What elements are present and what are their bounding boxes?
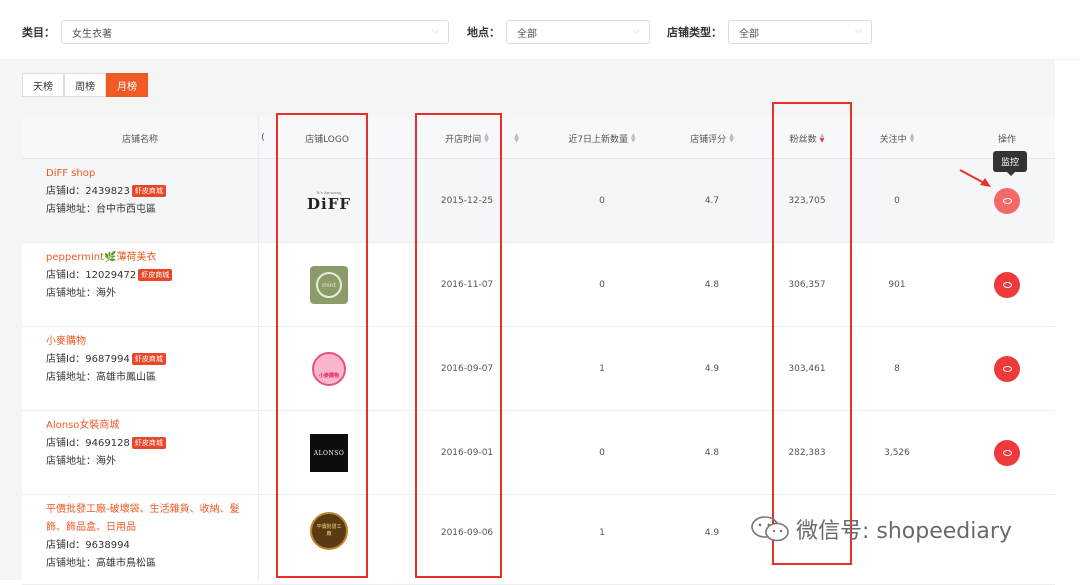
filter-bar: 类目： 女生衣著 ⌵ 地点： 全部 ⌵ 店铺类型： 全部 ⌵ [0,0,1080,60]
shop-id: 店铺Id：9469128 [46,438,130,449]
arrow-annotation-icon [959,169,991,187]
shop-name-link[interactable]: 小麥購物 [46,333,256,351]
shop-id: 店铺Id：9687994 [46,354,130,365]
header-rating-label: 店铺评分 [690,134,727,145]
shop-id: 店铺Id：2439823 [46,186,130,197]
category-value: 女生衣著 [72,28,112,40]
table-row: DiFF shop 店铺Id：2439823 虾皮商城 店铺地址：台中市西屯區 I… [22,159,1055,243]
column-divider [258,117,259,580]
new-items-count: 1 [599,528,605,538]
table-row: Alonso女裝商城 店铺Id：9469128 虾皮商城 店铺地址：海外 ALON… [22,411,1055,495]
sort-icon: ▲ ▼ [729,132,734,144]
shop-name-link[interactable]: DiFF shop [46,165,256,183]
header-divider: ( [261,133,265,143]
shop-address: 店铺地址：高雄市鳥松區 [46,558,156,569]
sort-icon: ▲ ▼ [909,132,915,144]
fans-column-highlight [772,102,852,565]
header-new-items[interactable]: 近7日上新数量 ▲ ▼ [542,117,662,159]
mall-badge: 虾皮商城 [131,185,166,197]
shop-name-link[interactable]: peppermint🌿薄荷美衣 [46,249,256,267]
shop-name-link[interactable]: 平價批發工廠-破壞袋、生活雜貨、收納、髮飾、飾品盒、日用品 [46,501,246,537]
shop-rating: 4.9 [704,528,720,538]
table-header: 店铺名称 ( 店铺LOGO 开店时间 ▲ ▼ ▲ ▼ 近7日上新数量 ▲ ▼ 店铺评分… [22,117,1055,159]
action-cell [957,327,1057,411]
monitor-button[interactable] [994,188,1020,214]
location-filter: 地点： 全部 ⌵ [467,20,650,44]
eye-icon [1002,282,1012,288]
table-row: peppermint🌿薄荷美衣 店铺Id：12029472 虾皮商城 店铺地址：海… [22,243,1055,327]
eye-icon [1002,198,1012,204]
monitor-tooltip: 监控 [993,151,1028,176]
wechat-watermark: 微信号: shopeediary [750,513,1012,545]
eye-icon [1002,366,1012,372]
new-items-count: 0 [599,280,605,290]
header-shop: 店铺名称 [121,134,158,145]
sort-icon: ▲ ▼ [631,132,636,144]
mall-badge: 虾皮商城 [131,437,166,449]
chevron-down-icon: ⌵ [633,26,640,36]
tab-daily[interactable]: 天榜 [22,73,64,97]
mall-badge: 虾皮商城 [131,353,166,365]
header-following-label: 关注中 [879,134,907,145]
shop-rating: 4.7 [704,196,720,206]
wechat-icon [751,516,789,542]
monitor-button[interactable] [994,356,1020,382]
shop-address: 店铺地址：海外 [46,456,116,467]
action-cell [957,411,1057,495]
following-count: 0 [894,196,900,206]
sort-icon[interactable]: ▲ ▼ [505,117,525,159]
eye-icon [1002,450,1012,456]
shop-id: 店铺Id：12029472 [46,270,137,281]
store-type-filter: 店铺类型： 全部 ⌵ [667,20,872,44]
shop-id: 店铺Id：9638994 [46,540,130,551]
location-label: 地点： [467,26,500,39]
store-type-value: 全部 [739,28,759,40]
category-select[interactable]: 女生衣著 ⌵ [61,20,449,44]
store-type-label: 店铺类型： [667,26,722,39]
shop-info: 小麥購物 店铺Id：9687994 虾皮商城 店铺地址：高雄市鳳山區 [46,333,256,387]
shop-ranking-table: 店铺名称 ( 店铺LOGO 开店时间 ▲ ▼ ▲ ▼ 近7日上新数量 ▲ ▼ 店铺评分… [22,117,1055,585]
new-items-count: 0 [599,448,605,458]
shop-address: 店铺地址：海外 [46,288,116,299]
header-following[interactable]: 关注中 ▲ ▼ [852,117,942,159]
header-rating[interactable]: 店铺评分 ▲ ▼ [662,117,762,159]
mall-badge: 虾皮商城 [138,269,173,281]
location-select[interactable]: 全部 ⌵ [506,20,650,44]
new-items-count: 0 [599,196,605,206]
category-filter: 类目： 女生衣著 ⌵ [22,20,449,44]
chevron-down-icon: ⌵ [432,26,439,36]
category-label: 类目： [22,26,55,39]
shop-name-link[interactable]: Alonso女裝商城 [46,417,256,435]
following-count: 3,526 [884,448,910,458]
tab-monthly[interactable]: 月榜 [106,73,148,97]
monitor-button[interactable] [994,440,1020,466]
shop-info: peppermint🌿薄荷美衣 店铺Id：12029472 虾皮商城 店铺地址：海… [46,249,256,303]
new-items-count: 1 [599,364,605,374]
store-type-select[interactable]: 全部 ⌵ [728,20,872,44]
shop-info: 平價批發工廠-破壞袋、生活雜貨、收納、髮飾、飾品盒、日用品 店铺Id：96389… [46,501,246,573]
shop-info: DiFF shop 店铺Id：2439823 虾皮商城 店铺地址：台中市西屯區 [46,165,256,219]
shop-rating: 4.8 [704,448,720,458]
logo-column-highlight [276,113,368,578]
action-cell [957,243,1057,327]
shop-rating: 4.9 [704,364,720,374]
tab-weekly[interactable]: 周榜 [64,73,106,97]
following-count: 8 [894,364,900,374]
watermark-text: 微信号: shopeediary [796,519,1012,544]
ranking-tabs: 天榜 周榜 月榜 [22,73,148,97]
shop-info: Alonso女裝商城 店铺Id：9469128 虾皮商城 店铺地址：海外 [46,417,256,471]
table-row: 小麥購物 店铺Id：9687994 虾皮商城 店铺地址：高雄市鳳山區 小麥購物 2… [22,327,1055,411]
header-new-items-label: 近7日上新数量 [568,134,629,145]
monitor-button[interactable] [994,272,1020,298]
open-date-column-highlight [415,113,502,578]
shop-rating: 4.8 [704,280,720,290]
shop-address: 店铺地址：高雄市鳳山區 [46,372,156,383]
chevron-down-icon: ⌵ [855,26,862,36]
shop-address: 店铺地址：台中市西屯區 [46,204,156,215]
location-value: 全部 [517,28,537,40]
following-count: 901 [888,280,906,290]
